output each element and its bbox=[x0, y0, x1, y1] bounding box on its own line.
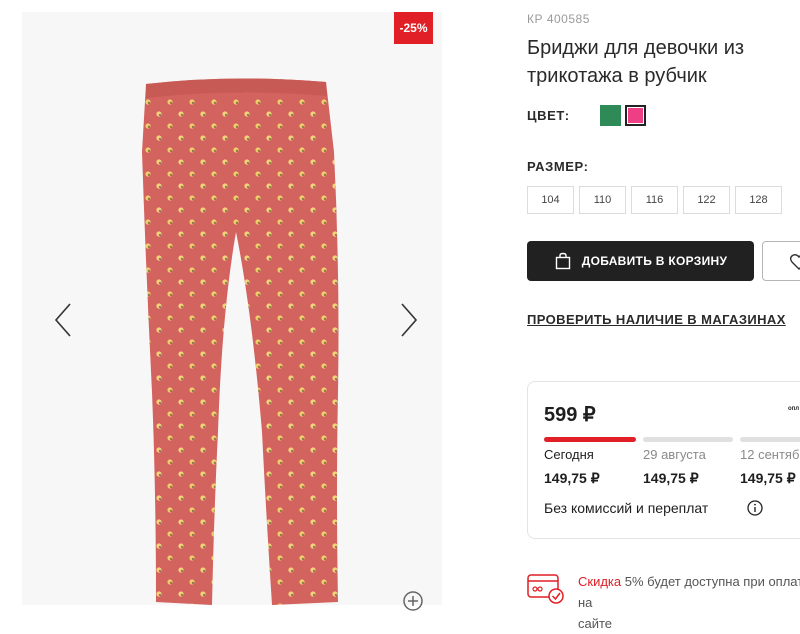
color-swatch-pink[interactable] bbox=[625, 105, 646, 126]
installment-date-1: Сегодня bbox=[544, 447, 594, 462]
discount-badge: -25% bbox=[394, 12, 433, 44]
product-title: Бриджи для девочки из трикотажа в рубчик bbox=[527, 37, 745, 87]
size-label: РАЗМЕР: bbox=[527, 159, 589, 174]
promo-text-end: сайте bbox=[578, 616, 613, 631]
size-option-122[interactable]: 122 bbox=[683, 186, 730, 214]
add-to-cart-label: ДОБАВИТЬ В КОРЗИНУ bbox=[581, 254, 728, 268]
shopping-bag-icon bbox=[555, 252, 570, 270]
installment-payment-widget[interactable]: 599 ₽ опл Сегодня 29 августа 12 сентября… bbox=[527, 381, 800, 539]
installment-date-3: 12 сентября bbox=[740, 447, 800, 462]
product-gallery bbox=[22, 12, 442, 605]
product-image bbox=[142, 78, 339, 605]
zoom-in-icon[interactable] bbox=[402, 590, 424, 612]
add-to-favorites-button[interactable] bbox=[762, 241, 800, 281]
chevron-right-icon[interactable] bbox=[396, 300, 420, 340]
size-option-116[interactable]: 116 bbox=[631, 186, 678, 214]
size-option-128[interactable]: 128 bbox=[735, 186, 782, 214]
installment-bar-2 bbox=[643, 437, 733, 442]
size-option-110[interactable]: 110 bbox=[579, 186, 626, 214]
promo-message: Скидка 5% будет доступна при оплате на с… bbox=[578, 571, 800, 634]
card-discount-icon bbox=[527, 574, 564, 604]
size-option-104[interactable]: 104 bbox=[527, 186, 574, 214]
no-fee-text: Без комиссий и переплат bbox=[544, 500, 709, 516]
size-selector: 104 110 116 122 128 bbox=[527, 186, 782, 214]
color-label: ЦВЕТ: bbox=[527, 108, 570, 123]
installment-bar-1 bbox=[544, 437, 636, 442]
chevron-left-icon[interactable] bbox=[52, 300, 76, 340]
installment-amount-2: 149,75 ₽ bbox=[643, 470, 699, 486]
product-price: 599 ₽ bbox=[544, 404, 596, 426]
promo-highlight: Скидка bbox=[578, 574, 622, 589]
add-to-cart-button[interactable]: ДОБАВИТЬ В КОРЗИНУ bbox=[527, 241, 754, 281]
heart-icon bbox=[789, 254, 800, 270]
color-swatch-green[interactable] bbox=[600, 105, 621, 126]
product-article: КР 400585 bbox=[527, 12, 590, 26]
installment-date-2: 29 августа bbox=[643, 447, 706, 462]
info-icon[interactable] bbox=[747, 500, 763, 516]
installment-amount-1: 149,75 ₽ bbox=[544, 470, 600, 486]
payment-service-logo: опл bbox=[788, 406, 800, 412]
installment-bar-3 bbox=[740, 437, 800, 442]
check-availability-link[interactable]: ПРОВЕРИТЬ НАЛИЧИЕ В МАГАЗИНАХ bbox=[527, 312, 786, 327]
installment-amount-3: 149,75 ₽ bbox=[740, 470, 796, 486]
